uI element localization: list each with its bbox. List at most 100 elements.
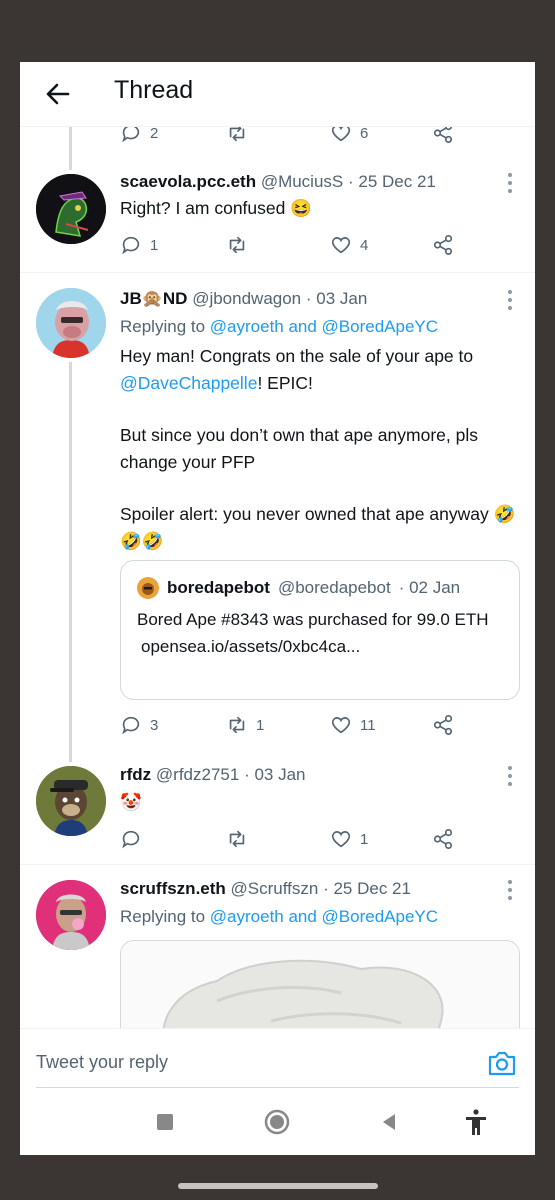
- app-screen: Thread 2 6 scaevola.pcc.eth @MuciusS · 2…: [20, 62, 535, 1155]
- more-options-icon[interactable]: [507, 172, 513, 194]
- like-button[interactable]: 4: [330, 232, 368, 258]
- replying-to-users[interactable]: @ayroeth and @BoredApeYC: [210, 317, 438, 336]
- stop-icon[interactable]: [152, 1109, 178, 1135]
- ape-avatar-icon: [36, 174, 106, 244]
- home-circle-icon[interactable]: [264, 1109, 290, 1135]
- thread-line: [69, 122, 72, 170]
- handle[interactable]: @MuciusS: [261, 172, 343, 191]
- ape-avatar-icon: [36, 288, 106, 358]
- more-options-icon[interactable]: [507, 765, 513, 787]
- tweet-actions: 3 1 11: [120, 712, 460, 738]
- quoted-display-name: boredapebot: [167, 578, 270, 597]
- tweet-text-paragraph: Spoiler alert: you never owned that ape …: [120, 504, 516, 551]
- tweet-text: Hey man! Congrats on the sale of your ap…: [120, 343, 520, 397]
- tweet-text: 🤡: [120, 792, 142, 812]
- tweet-text-paragraph: But since you don’t own that ape anymore…: [120, 425, 478, 472]
- tweet-date: · 03 Jan: [305, 289, 368, 308]
- reply-count: 3: [150, 716, 159, 734]
- like-button[interactable]: 11: [330, 712, 376, 738]
- replying-to-prefix: Replying to: [120, 907, 210, 926]
- avatar[interactable]: [36, 174, 106, 244]
- accessibility-icon[interactable]: [463, 1109, 489, 1135]
- like-count: 11: [360, 716, 376, 734]
- reply-button[interactable]: [120, 826, 142, 852]
- reply-composer[interactable]: Tweet your reply: [20, 1028, 535, 1087]
- avatar[interactable]: [36, 766, 106, 836]
- quoted-handle: @boredapebot: [277, 578, 391, 597]
- back-triangle-icon[interactable]: [376, 1109, 402, 1135]
- quoted-tweet-card[interactable]: boredapebot @boredapebot · 02 Jan Bored …: [120, 560, 520, 700]
- share-icon: [433, 715, 453, 735]
- tweet-text-part: Hey man! Congrats on the sale of your ap…: [120, 346, 474, 366]
- ape-avatar-icon: [36, 766, 106, 836]
- replying-to-users[interactable]: @ayroeth and @BoredApeYC: [210, 907, 438, 926]
- retweet-button[interactable]: [226, 826, 248, 852]
- more-options-icon[interactable]: [507, 879, 513, 901]
- app-header: Thread: [20, 62, 535, 127]
- ape-avatar-icon: [36, 880, 106, 950]
- tweet-header: JB🙊ND @jbondwagon · 03 Jan: [120, 289, 367, 309]
- quoted-text: Bored Ape #8343 was purchased for 99.0 E…: [137, 610, 489, 629]
- back-arrow-icon[interactable]: [42, 78, 74, 110]
- handle[interactable]: @rfdz2751: [156, 765, 239, 784]
- page-title: Thread: [114, 76, 194, 104]
- reply-count: 2: [150, 124, 159, 142]
- retweet-icon: [229, 236, 245, 254]
- divider: [20, 864, 535, 865]
- more-options-icon[interactable]: [507, 289, 513, 311]
- tweet-text: Right? I am confused 😆: [120, 198, 313, 218]
- reply-icon: [122, 716, 140, 735]
- heart-icon: [331, 717, 351, 734]
- reply-button[interactable]: 1: [120, 232, 158, 258]
- like-button[interactable]: 1: [330, 826, 368, 852]
- handle[interactable]: @Scruffszn: [231, 879, 319, 898]
- quoted-link[interactable]: opensea.io/assets/0xbc4ca...: [137, 634, 507, 660]
- home-indicator: [178, 1183, 378, 1189]
- like-count: 1: [360, 830, 369, 848]
- divider: [20, 272, 535, 273]
- reply-button[interactable]: 3: [120, 712, 158, 738]
- share-button[interactable]: [432, 826, 454, 852]
- avatar[interactable]: [36, 288, 106, 358]
- retweet-count: 1: [256, 716, 265, 734]
- reply-icon: [122, 236, 140, 255]
- tweet-reply-input[interactable]: Tweet your reply: [36, 1052, 168, 1073]
- bot-avatar-icon: [137, 577, 159, 599]
- thread-line: [69, 362, 72, 762]
- display-name[interactable]: scruffszn.eth: [120, 879, 226, 898]
- reply-icon: [122, 830, 140, 849]
- replying-to: Replying to @ayroeth and @BoredApeYC: [120, 907, 438, 927]
- reply-underline: [36, 1087, 519, 1088]
- display-name[interactable]: JB🙊ND: [120, 289, 187, 308]
- share-button[interactable]: [432, 232, 454, 258]
- display-name[interactable]: rfdz: [120, 765, 151, 784]
- replying-to: Replying to @ayroeth and @BoredApeYC: [120, 317, 438, 337]
- retweet-button[interactable]: [226, 232, 248, 258]
- mention-link[interactable]: @DaveChappelle: [120, 373, 257, 393]
- like-count: 4: [360, 236, 369, 254]
- tweet-header: scaevola.pcc.eth @MuciusS · 25 Dec 21: [120, 172, 436, 192]
- avatar[interactable]: [36, 880, 106, 950]
- reply-count: 1: [150, 236, 159, 254]
- quoted-date: · 02 Jan: [398, 578, 461, 597]
- thread-feed[interactable]: 2 6 scaevola.pcc.eth @MuciusS · 25 Dec 2…: [20, 62, 535, 1155]
- system-nav-bar: [20, 1089, 535, 1155]
- share-icon: [433, 829, 453, 849]
- camera-icon[interactable]: [487, 1049, 517, 1077]
- tweet-actions: 1: [120, 826, 460, 852]
- retweet-icon: [229, 716, 245, 734]
- retweet-button[interactable]: 1: [226, 712, 264, 738]
- tweet-date: · 25 Dec 21: [323, 879, 411, 898]
- heart-icon: [331, 831, 351, 848]
- share-button[interactable]: [432, 712, 454, 738]
- quoted-tweet-header: boredapebot @boredapebot · 02 Jan: [137, 577, 460, 599]
- quoted-tweet-text: Bored Ape #8343 was purchased for 99.0 E…: [137, 607, 507, 660]
- heart-icon: [331, 237, 351, 254]
- retweet-icon: [229, 830, 245, 848]
- tweet-header: rfdz @rfdz2751 · 03 Jan: [120, 765, 306, 785]
- display-name[interactable]: scaevola.pcc.eth: [120, 172, 256, 191]
- replying-to-prefix: Replying to: [120, 317, 210, 336]
- handle[interactable]: @jbondwagon: [192, 289, 301, 308]
- tweet-date: · 03 Jan: [244, 765, 306, 784]
- share-icon: [433, 235, 453, 255]
